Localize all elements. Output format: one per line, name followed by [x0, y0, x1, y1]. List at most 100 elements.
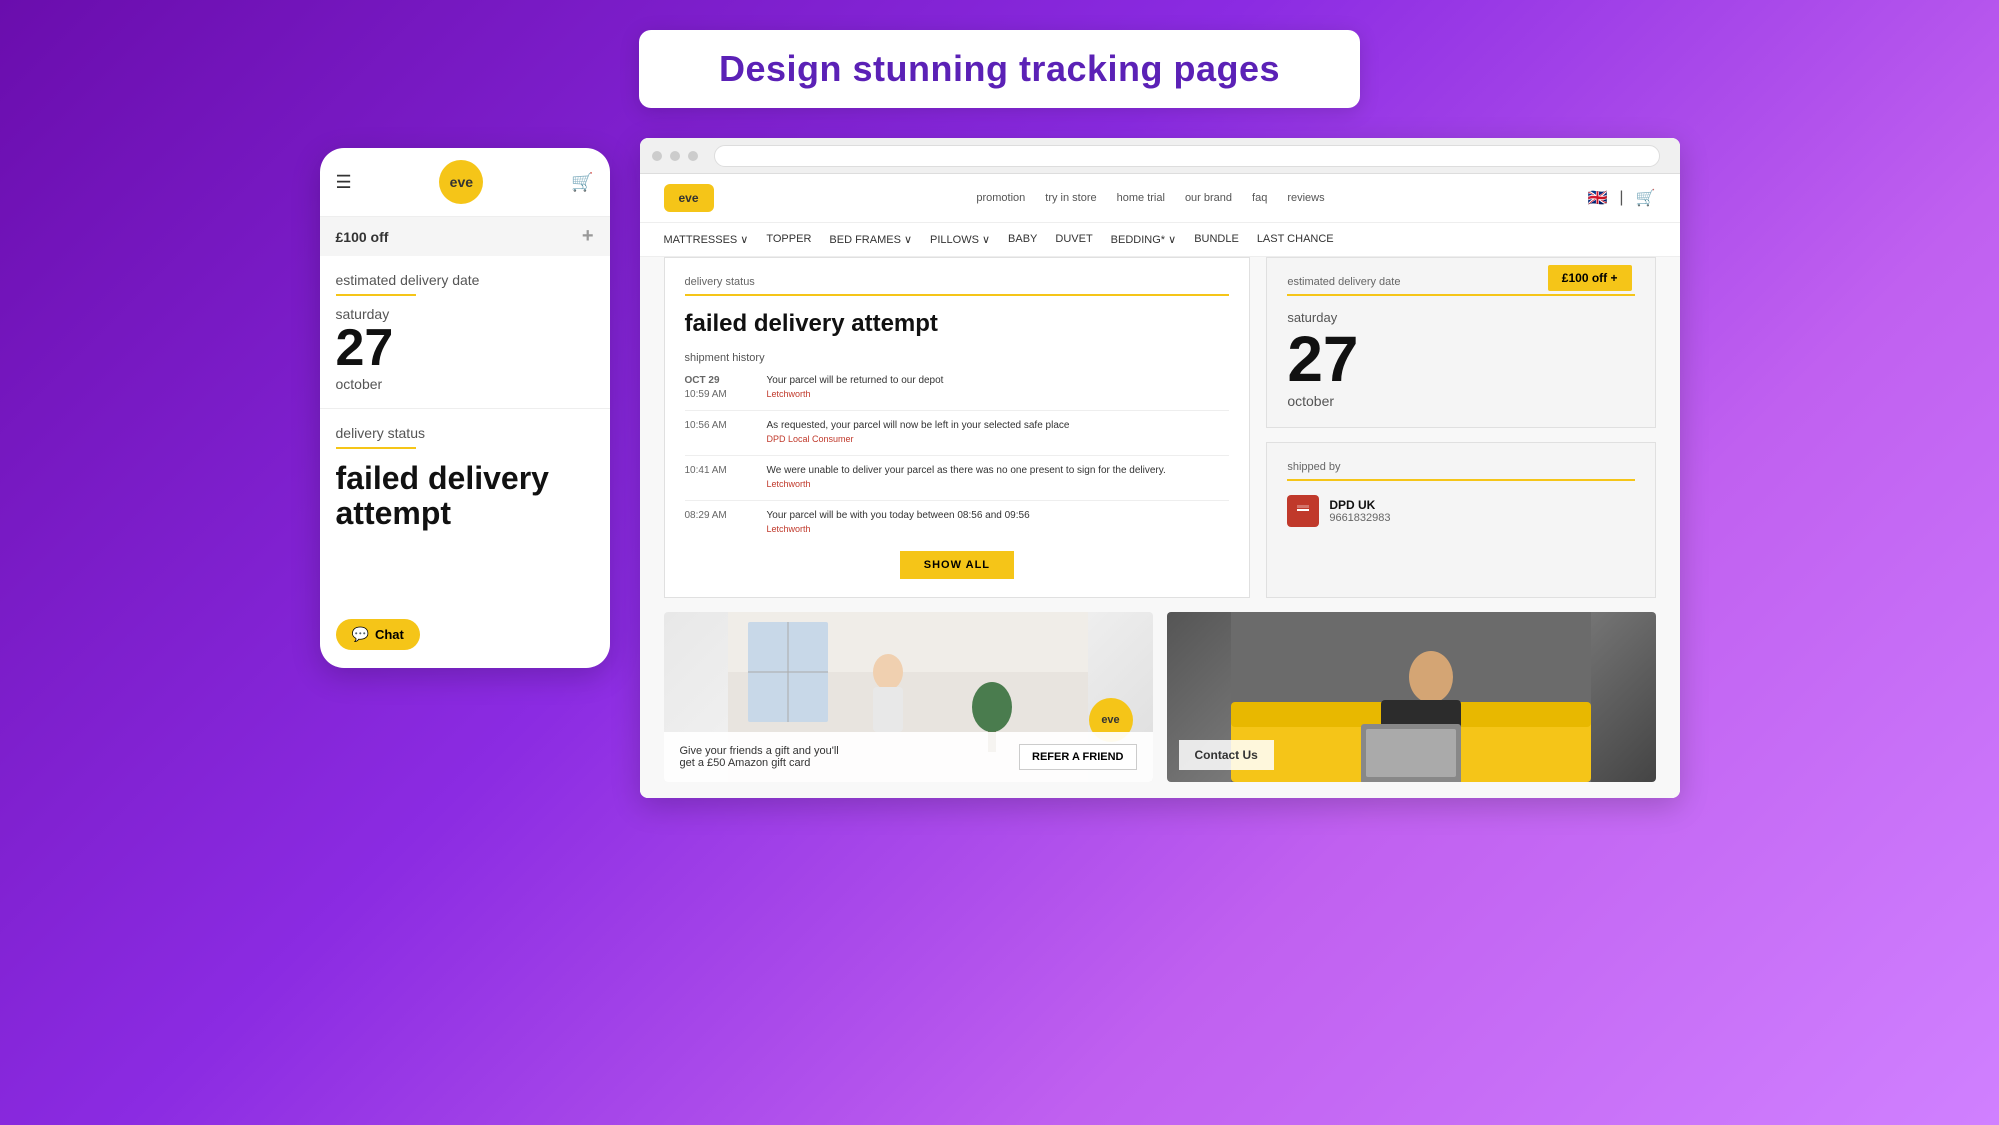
mobile-underline-1	[336, 294, 416, 296]
nav-try-in-store[interactable]: try in store	[1045, 192, 1096, 204]
main-container: ☰ eve 🛒 £100 off + estimated delivery da…	[320, 138, 1680, 798]
cart-icon[interactable]: 🛒	[1636, 188, 1656, 208]
delivery-status-title: failed delivery attempt	[685, 310, 1230, 338]
mobile-underline-2	[336, 447, 416, 449]
history-divider-3	[685, 500, 1230, 501]
contact-button-text: Contact Us	[1195, 748, 1258, 762]
mobile-delivery-section: delivery status failed delivery attempt	[320, 409, 610, 547]
nav-baby[interactable]: BABY	[1008, 233, 1037, 246]
shipped-section-label: shipped by	[1287, 461, 1634, 473]
shipped-by-card: shipped by	[1266, 442, 1655, 598]
page-title: Design stunning tracking pages	[719, 48, 1280, 90]
nav-promotion[interactable]: promotion	[976, 192, 1025, 204]
header-banner: Design stunning tracking pages	[639, 30, 1360, 108]
mobile-promo-text: £100 off	[336, 229, 389, 245]
browser-mockup: eve promotion try in store home trial ou…	[640, 138, 1680, 798]
refer-button[interactable]: REFER A FRIEND	[1019, 744, 1136, 770]
chat-bubble-icon: 💬	[352, 626, 369, 643]
history-date-2: 10:56 AM	[685, 419, 755, 447]
nav-reviews[interactable]: reviews	[1287, 192, 1324, 204]
tracking-number: 9661832983	[1329, 512, 1390, 524]
history-item-1: OCT 29 10:59 AM Your parcel will be retu…	[685, 374, 1230, 402]
bedroom-image-card: eve Give your friends a gift and you'll …	[664, 612, 1153, 782]
shipped-underline	[1287, 479, 1634, 481]
dpd-logo	[1287, 495, 1319, 527]
history-date-4: 08:29 AM	[685, 509, 755, 537]
nav-topper[interactable]: TOPPER	[766, 233, 811, 246]
est-month: october	[1287, 393, 1634, 409]
history-text-4: Your parcel will be with you today betwe…	[767, 509, 1030, 537]
hamburger-icon[interactable]: ☰	[336, 172, 352, 193]
nav-bundle[interactable]: BUNDLE	[1194, 233, 1239, 246]
browser-dot-1	[652, 151, 662, 161]
shipped-details: DPD UK 9661832983	[1329, 498, 1390, 524]
mobile-estimated-label: estimated delivery date	[336, 272, 594, 288]
nav-bed-frames[interactable]: BED FRAMES ∨	[829, 233, 912, 246]
store-nav-top: promotion try in store home trial our br…	[976, 192, 1324, 204]
contact-image-card: Contact Us	[1167, 612, 1656, 782]
mobile-day-number: 27	[336, 322, 594, 374]
refer-text: Give your friends a gift and you'll get …	[680, 745, 840, 769]
bottom-images: eve Give your friends a gift and you'll …	[664, 612, 1656, 782]
store-nav-main: MATTRESSES ∨ TOPPER BED FRAMES ∨ PILLOWS…	[640, 222, 1680, 256]
delivery-section-label: delivery status	[685, 276, 1230, 288]
history-text-1: Your parcel will be returned to our depo…	[767, 374, 944, 402]
nav-faq[interactable]: faq	[1252, 192, 1267, 204]
browser-dot-3	[688, 151, 698, 161]
contact-overlay[interactable]: Contact Us	[1179, 740, 1274, 770]
carrier-name: DPD UK	[1329, 498, 1390, 512]
history-divider-1	[685, 410, 1230, 411]
store-nav-icons: 🇬🇧 | 🛒	[1587, 188, 1655, 208]
refer-overlay: Give your friends a gift and you'll get …	[664, 732, 1153, 782]
estimated-underline	[1287, 294, 1634, 296]
store-content: £100 off + delivery status failed delive…	[640, 257, 1680, 798]
show-all-button[interactable]: SHOW ALL	[900, 551, 1014, 579]
history-date-1: OCT 29 10:59 AM	[685, 374, 755, 402]
history-date-3: 10:41 AM	[685, 464, 755, 492]
history-text-2: As requested, your parcel will now be le…	[767, 419, 1070, 447]
content-grid-top: delivery status failed delivery attempt …	[664, 257, 1656, 598]
mobile-estimated-section: estimated delivery date saturday 27 octo…	[320, 256, 610, 409]
promo-badge-text: £100 off +	[1562, 271, 1618, 285]
store-logo: eve	[664, 184, 714, 212]
chat-button[interactable]: 💬 Chat	[336, 619, 420, 650]
mobile-month: october	[336, 376, 594, 392]
dpd-icon	[1293, 501, 1313, 521]
nav-pillows[interactable]: PILLOWS ∨	[930, 233, 990, 246]
browser-address-bar[interactable]	[714, 145, 1660, 167]
laptop-svg	[1231, 612, 1591, 782]
promo-badge[interactable]: £100 off +	[1548, 265, 1632, 291]
mobile-delivery-status: failed delivery attempt	[336, 461, 594, 531]
history-divider-2	[685, 455, 1230, 456]
estimated-shipped-col: estimated delivery date saturday 27 octo…	[1266, 257, 1655, 598]
shipment-history-label: shipment history	[685, 352, 1230, 364]
delivery-underline	[685, 294, 1230, 296]
nav-mattresses[interactable]: MATTRESSES ∨	[664, 233, 749, 246]
nav-duvet[interactable]: DUVET	[1055, 233, 1092, 246]
mobile-promo-bar: £100 off +	[320, 217, 610, 256]
divider: |	[1619, 189, 1623, 207]
store-content-wrapper: £100 off + delivery status failed delive…	[664, 257, 1656, 782]
mobile-promo-plus-icon[interactable]: +	[582, 225, 594, 248]
browser-dot-2	[670, 151, 680, 161]
est-day-number: 27	[1287, 327, 1634, 391]
store-header: eve promotion try in store home trial ou…	[640, 174, 1680, 257]
history-text-3: We were unable to deliver your parcel as…	[767, 464, 1166, 492]
nav-last-chance[interactable]: LAST CHANCE	[1257, 233, 1334, 246]
shipped-info: DPD UK 9661832983	[1287, 495, 1634, 527]
language-icon[interactable]: 🇬🇧	[1587, 188, 1607, 208]
delivery-status-card: delivery status failed delivery attempt …	[664, 257, 1251, 598]
mobile-logo: eve	[439, 160, 483, 204]
nav-home-trial[interactable]: home trial	[1117, 192, 1165, 204]
mobile-cart-icon[interactable]: 🛒	[571, 172, 593, 193]
chat-button-label: Chat	[375, 627, 404, 642]
mobile-mockup: ☰ eve 🛒 £100 off + estimated delivery da…	[320, 148, 610, 668]
history-item-4: 08:29 AM Your parcel will be with you to…	[685, 509, 1230, 537]
history-item-3: 10:41 AM We were unable to deliver your …	[685, 464, 1230, 492]
history-item-2: 10:56 AM As requested, your parcel will …	[685, 419, 1230, 447]
nav-bedding[interactable]: BEDDING* ∨	[1111, 233, 1177, 246]
nav-our-brand[interactable]: our brand	[1185, 192, 1232, 204]
store-top-bar: eve promotion try in store home trial ou…	[640, 174, 1680, 222]
mobile-delivery-label: delivery status	[336, 425, 594, 441]
mobile-header: ☰ eve 🛒	[320, 148, 610, 217]
